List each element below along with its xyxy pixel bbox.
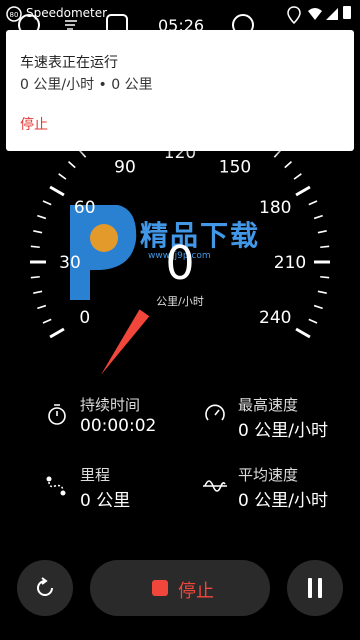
gauge-minor-tick [317, 290, 327, 294]
distance-label: 里程 [80, 466, 111, 484]
gauge-minor-tick [37, 304, 47, 310]
refresh-icon [33, 576, 57, 604]
gauge-major-tick [49, 185, 65, 197]
pause-button[interactable] [287, 560, 343, 616]
gauge-tick-label: 240 [259, 308, 291, 328]
gauge-needle [100, 309, 150, 376]
gauge-minor-tick [284, 161, 293, 169]
notification-title: 车速表正在运行 [20, 55, 118, 71]
stop-button-label: 停止 [178, 581, 214, 602]
notification-card[interactable]: 车速表正在运行 0 公里/小时 • 0 公里 停止 [6, 30, 354, 151]
gauge-icon [204, 402, 226, 428]
avg-speed-value: 0 公里/小时 [238, 491, 328, 511]
gauge-minor-tick [33, 230, 43, 234]
gauge-tick-label: 60 [74, 198, 96, 218]
gauge-tick-label: 210 [274, 253, 306, 273]
gauge-minor-tick [67, 161, 76, 169]
route-icon [44, 474, 68, 502]
gauge-major-tick [295, 327, 311, 339]
gauge-minor-tick [30, 275, 40, 279]
gauge-major-tick [295, 185, 311, 197]
notification-stop-button[interactable]: 停止 [20, 114, 48, 134]
stop-square-icon [152, 580, 168, 596]
gauge-minor-tick [79, 149, 87, 158]
stopwatch-icon [46, 402, 68, 430]
avg-speed-label: 平均速度 [238, 466, 299, 484]
gauge-minor-tick [30, 245, 40, 249]
reset-button[interactable] [17, 560, 73, 616]
gauge-tick-label: 150 [219, 158, 251, 178]
pause-icon [307, 578, 323, 602]
distance-value: 0 公里 [80, 491, 131, 511]
gauge-minor-tick [33, 290, 43, 294]
gauge-minor-tick [313, 304, 323, 310]
duration-value: 00:00:02 [80, 416, 157, 436]
notification-text: 0 公里/小时 • 0 公里 [20, 77, 153, 93]
gauge-minor-tick [320, 245, 330, 249]
gauge-tick-label: 0 [79, 308, 90, 328]
wave-icon [202, 474, 228, 502]
gauge-tick-label: 30 [59, 253, 81, 273]
current-speed: 0 [165, 236, 195, 290]
gauge-minor-tick [42, 200, 52, 206]
duration-label: 持续时间 [80, 396, 141, 414]
gauge-minor-tick [42, 318, 52, 324]
max-speed-value: 0 公里/小时 [238, 421, 328, 441]
gauge-minor-tick [320, 275, 330, 279]
gauge-minor-tick [58, 173, 67, 180]
gauge-tick-label: 180 [259, 198, 291, 218]
gauge-minor-tick [308, 318, 318, 324]
stop-button[interactable]: 停止 [90, 560, 270, 616]
gauge-minor-tick [37, 214, 47, 220]
gauge-major-tick [49, 327, 65, 339]
gauge-minor-tick [317, 230, 327, 234]
gauge-minor-tick [308, 200, 318, 206]
gauge-minor-tick [273, 149, 281, 158]
gauge-minor-tick [313, 214, 323, 220]
gauge-minor-tick [293, 173, 302, 180]
max-speed-label: 最高速度 [238, 396, 299, 414]
gauge-tick-label: 90 [114, 158, 136, 178]
speed-unit: 公里/小时 [156, 295, 204, 308]
